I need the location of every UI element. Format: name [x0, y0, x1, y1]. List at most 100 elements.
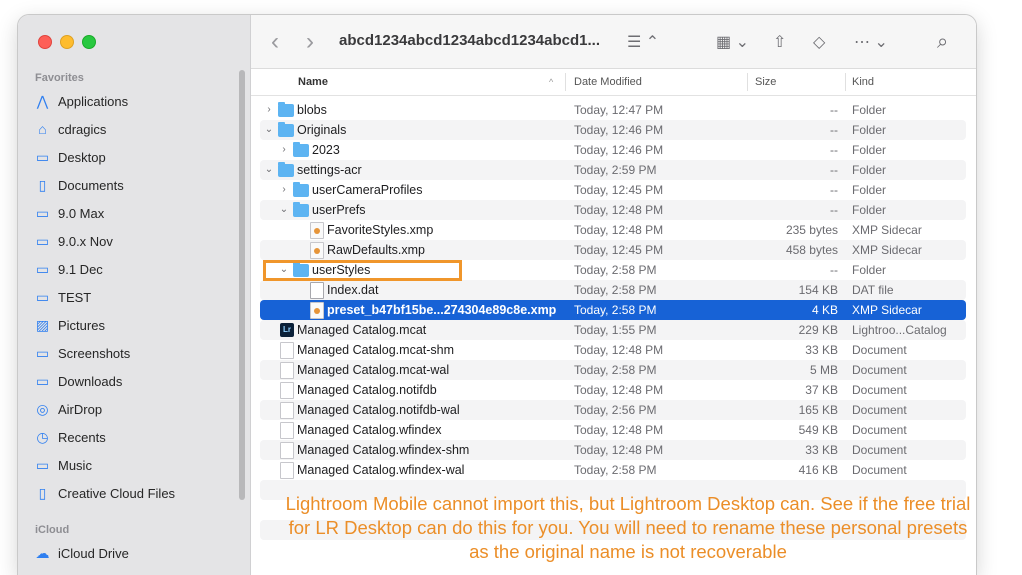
file-date-modified: Today, 12:48 PM [574, 223, 664, 237]
search-icon: ⌕ [937, 30, 949, 53]
file-name: FavoriteStyles.xmp [327, 223, 434, 237]
sidebar-scrollbar[interactable] [239, 70, 245, 500]
file-row[interactable]: Lr Managed Catalog.mcat Today, 1:55 PM 229 … [260, 320, 966, 340]
group-button[interactable]: ▦ ⌄ [716, 30, 749, 54]
sidebar-item-screenshots[interactable]: ▭ Screenshots [34, 341, 130, 365]
sidebar-item-9-0-max[interactable]: ▭ 9.0 Max [34, 201, 104, 225]
window-controls [38, 35, 96, 49]
minimize-button[interactable] [60, 35, 74, 49]
airdrop-icon: ◎ [36, 400, 49, 417]
sidebar-item-cdragics[interactable]: ⌂ cdragics [34, 117, 106, 141]
clock-icon: ◷ [36, 428, 49, 445]
file-row[interactable]: Managed Catalog.notifdb-wal Today, 2:56 P… [260, 400, 966, 420]
sidebar-item-icloud-drive[interactable]: ☁ iCloud Drive [34, 541, 129, 565]
column-name[interactable]: Name [298, 69, 328, 95]
file-row[interactable]: RawDefaults.xmp Today, 12:45 PM 458 bytes X… [260, 240, 966, 260]
file-row[interactable]: ⌄ userPrefs Today, 12:48 PM -- Folder [260, 200, 966, 220]
share-button[interactable]: ⇧ [773, 30, 786, 54]
file-row[interactable]: preset_b47bf15be...274304e89c8e.xmp Today… [260, 300, 966, 320]
disclosure-expanded-icon[interactable]: ⌄ [279, 200, 289, 220]
search-button[interactable]: ⌕ [937, 30, 948, 54]
folder-icon: ▭ [35, 204, 50, 221]
xmp-file-icon [310, 302, 324, 319]
sidebar-item-creative-cloud-files[interactable]: ▯ Creative Cloud Files [34, 481, 175, 505]
file-name: Managed Catalog.mcat-wal [297, 363, 450, 377]
file-size: 549 KB [798, 423, 838, 437]
back-button[interactable]: ‹ [271, 28, 279, 55]
file-name: settings-acr [297, 163, 362, 177]
file-kind: Folder [852, 163, 887, 177]
sidebar-item-test[interactable]: ▭ TEST [34, 285, 91, 309]
sort-ascending-icon[interactable]: ^ [549, 69, 553, 95]
file-row[interactable]: › 2023 Today, 12:46 PM -- Folder [260, 140, 966, 160]
tag-button[interactable]: ◇ [813, 30, 825, 54]
file-kind: Folder [852, 203, 887, 217]
file-date-modified: Today, 12:46 PM [574, 143, 664, 157]
disclosure-collapsed-icon[interactable]: › [264, 100, 274, 120]
column-kind[interactable]: Kind [852, 69, 874, 95]
sidebar-heading-favorites: Favorites [35, 72, 84, 84]
sidebar-item-airdrop[interactable]: ◎ AirDrop [34, 397, 102, 421]
sidebar-item-9-1-dec[interactable]: ▭ 9.1 Dec [34, 257, 103, 281]
file-name: Managed Catalog.wfindex-wal [297, 463, 465, 477]
file-date-modified: Today, 2:58 PM [574, 303, 657, 317]
file-row[interactable]: › blobs Today, 12:47 PM -- Folder [260, 100, 966, 120]
sidebar-item-applications[interactable]: ⋀ Applications [34, 89, 128, 113]
disclosure-expanded-icon[interactable]: ⌄ [264, 120, 274, 140]
file-name: Managed Catalog.mcat-shm [297, 343, 455, 357]
file-date-modified: Today, 2:58 PM [574, 463, 657, 477]
dat-file-icon [310, 282, 324, 299]
zoom-button[interactable] [82, 35, 96, 49]
column-size[interactable]: Size [755, 69, 776, 95]
document-icon: ▯ [38, 176, 47, 193]
sidebar: Favorites ⋀ Applications ⌂ cdragics ▭ Desktop… [18, 15, 251, 575]
close-button[interactable] [38, 35, 52, 49]
file-size: 458 bytes [785, 243, 838, 257]
file-row[interactable]: Managed Catalog.mcat-shm Today, 12:48 PM 3… [260, 340, 966, 360]
sidebar-item-label: 9.0.x Nov [58, 233, 113, 249]
sidebar-item-label: 9.1 Dec [58, 261, 103, 277]
file-date-modified: Today, 12:48 PM [574, 423, 664, 437]
file-row[interactable]: Managed Catalog.notifdb Today, 12:48 PM 37… [260, 380, 966, 400]
file-kind: XMP Sidecar [852, 303, 922, 317]
file-row[interactable]: ⌄ settings-acr Today, 2:59 PM -- Folder [260, 160, 966, 180]
disclosure-collapsed-icon[interactable]: › [279, 140, 289, 160]
file-name: blobs [297, 103, 327, 117]
file-row[interactable]: Managed Catalog.wfindex Today, 12:48 PM 54… [260, 420, 966, 440]
pictures-icon: ▨ [35, 316, 50, 333]
sidebar-item-pictures[interactable]: ▨ Pictures [34, 313, 105, 337]
more-actions-button[interactable]: ⋯ ⌄ [854, 30, 888, 54]
xmp-file-icon [310, 222, 324, 239]
column-date-modified[interactable]: Date Modified [574, 69, 642, 95]
file-date-modified: Today, 1:55 PM [574, 323, 657, 337]
file-row[interactable]: FavoriteStyles.xmp Today, 12:48 PM 235 byt… [260, 220, 966, 240]
sidebar-item-music[interactable]: ▭ Music [34, 453, 92, 477]
file-kind: Folder [852, 263, 887, 277]
window-title: abcd1234abcd1234abcd1234abcd1... [339, 32, 600, 49]
sidebar-item-desktop[interactable]: ▭ Desktop [34, 145, 106, 169]
forward-button[interactable]: › [306, 28, 314, 55]
disclosure-expanded-icon[interactable]: ⌄ [264, 160, 274, 180]
sidebar-item-9-0-x-nov[interactable]: ▭ 9.0.x Nov [34, 229, 113, 253]
file-row[interactable]: Managed Catalog.wfindex-shm Today, 12:48 … [260, 440, 966, 460]
file-date-modified: Today, 2:59 PM [574, 163, 657, 177]
sidebar-item-documents[interactable]: ▯ Documents [34, 173, 124, 197]
sidebar-item-label: iCloud Drive [58, 545, 129, 561]
file-size: -- [830, 123, 838, 137]
home-icon: ⌂ [38, 121, 47, 137]
disclosure-collapsed-icon[interactable]: › [279, 180, 289, 200]
sidebar-item-downloads[interactable]: ▭ Downloads [34, 369, 122, 393]
file-row[interactable]: ⌄ Originals Today, 12:46 PM -- Folder [260, 120, 966, 140]
file-row[interactable]: Managed Catalog.wfindex-wal Today, 2:58 P… [260, 460, 966, 480]
folder-icon: ▭ [35, 344, 50, 361]
sidebar-item-label: Applications [58, 93, 129, 109]
file-size: -- [830, 203, 838, 217]
file-row[interactable]: › userCameraProfiles Today, 12:45 PM -- Fold… [260, 180, 966, 200]
view-options-button[interactable]: ☰ ⌃ [627, 30, 659, 54]
file-kind: XMP Sidecar [852, 223, 922, 237]
sidebar-item-recents[interactable]: ◷ Recents [34, 425, 105, 449]
file-name: userPrefs [312, 203, 366, 217]
file-row[interactable]: Managed Catalog.mcat-wal Today, 2:58 PM 5 … [260, 360, 966, 380]
file-row[interactable]: Index.dat Today, 2:58 PM 154 KB DAT file [260, 280, 966, 300]
share-icon: ⇧ [773, 34, 787, 51]
